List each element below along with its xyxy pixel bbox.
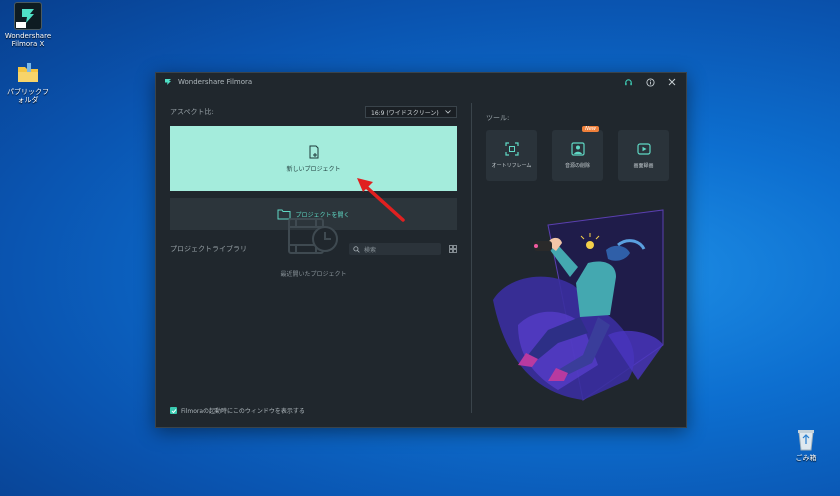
desktop-icon-filmora[interactable]: Wondershare Filmora X xyxy=(4,2,52,48)
filmora-launcher-window: Wondershare Filmora アスペクト比: 16:9 (ワイドスクリ… xyxy=(155,72,687,428)
recent-projects-icon xyxy=(287,218,338,254)
annotation-arrow-icon xyxy=(357,178,405,222)
audio-remove-icon xyxy=(570,142,585,156)
search-icon xyxy=(353,245,360,253)
tools-label: ツール: xyxy=(486,114,510,122)
recycle-bin-icon xyxy=(793,426,819,452)
info-icon[interactable] xyxy=(644,76,656,88)
aspect-ratio-label: アスペクト比: xyxy=(170,108,214,116)
tool-label: 音源の削除 xyxy=(564,163,590,169)
tool-label: オートリフレーム xyxy=(491,163,532,169)
aspect-ratio-value: 16:9 (ワイドスクリーン) xyxy=(371,109,439,117)
new-file-icon xyxy=(309,145,318,158)
headset-support-icon[interactable] xyxy=(622,76,634,88)
panel-divider xyxy=(471,103,472,413)
left-panel: アスペクト比: 16:9 (ワイドスクリーン) 新しいプロジェクト プロジェクト… xyxy=(170,105,457,417)
window-title: Wondershare Filmora xyxy=(178,78,253,86)
close-icon[interactable] xyxy=(666,76,678,88)
welcome-illustration xyxy=(493,209,664,401)
new-badge: New xyxy=(582,126,599,132)
tool-auto-reframe[interactable]: オートリフレーム xyxy=(486,130,537,181)
aspect-ratio-select[interactable]: 16:9 (ワイドスクリーン) xyxy=(365,106,457,118)
desktop-icon-label: ごみ箱 xyxy=(795,454,817,462)
auto-reframe-icon xyxy=(504,142,519,156)
tools-panel: ツール: オートリフレーム New 音源の削除 画面録画 xyxy=(486,105,672,401)
desktop-icon-public-folder[interactable]: パブリックフォルダ xyxy=(4,60,52,104)
desktop-icon-recycle-bin[interactable]: ごみ箱 xyxy=(782,426,830,462)
tool-label: 画面録画 xyxy=(633,163,654,169)
search-input[interactable]: 検索 xyxy=(349,243,441,255)
project-library-label: プロジェクトライブラリ xyxy=(170,245,247,253)
checkmark-icon xyxy=(171,408,176,413)
title-bar[interactable]: Wondershare Filmora xyxy=(156,73,686,91)
startup-checkbox-label: Filmoraの起動時にこのウィンドウを表示する xyxy=(181,408,305,415)
startup-checkbox[interactable] xyxy=(170,407,177,414)
filmora-logo-icon xyxy=(165,79,171,85)
recent-projects-label: 最近開いたプロジェクト xyxy=(280,271,347,278)
search-placeholder: 検索 xyxy=(364,246,377,254)
tool-screen-record[interactable]: 画面録画 xyxy=(618,130,669,181)
startup-checkbox-row[interactable]: Filmoraの起動時にこのウィンドウを表示する xyxy=(170,406,305,415)
grid-view-icon[interactable] xyxy=(449,245,457,253)
screen-record-icon xyxy=(636,143,651,155)
chevron-down-icon xyxy=(445,110,451,114)
desktop-icon-label: Wondershare Filmora X xyxy=(4,32,52,48)
new-project-label: 新しいプロジェクト xyxy=(286,165,341,173)
folder-icon xyxy=(15,60,41,86)
tool-audio-remove[interactable]: New 音源の削除 xyxy=(552,126,603,181)
desktop-icon-label: パブリックフォルダ xyxy=(7,88,49,104)
filmora-app-icon xyxy=(14,2,42,30)
new-project-button[interactable]: 新しいプロジェクト xyxy=(170,126,457,191)
